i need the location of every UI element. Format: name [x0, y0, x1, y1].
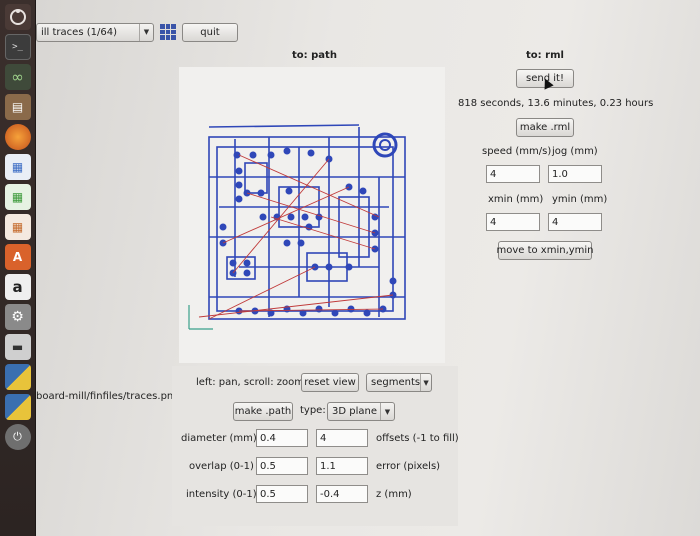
ubuntu-dash-icon[interactable] — [4, 4, 31, 30]
calc-icon[interactable]: ▦ — [4, 184, 31, 210]
writer-icon[interactable]: ▦ — [4, 154, 31, 180]
files-icon[interactable]: ▤ — [4, 94, 31, 120]
diameter-label: diameter (mm) — [181, 433, 257, 444]
intensity-input[interactable]: 0.5 — [256, 485, 308, 503]
offsets-input[interactable]: 4 — [316, 429, 368, 447]
view-hint: left: pan, scroll: zoom — [196, 377, 304, 388]
toolbar: ill traces (1/64) ▼ quit — [36, 20, 256, 44]
speed-input[interactable]: 4 — [486, 165, 540, 183]
updater-icon[interactable]: ⏻ — [4, 424, 31, 450]
drive-icon[interactable]: ▬ — [4, 334, 31, 360]
jog-label: jog (mm) — [552, 146, 598, 157]
make-path-button[interactable]: make .path — [233, 402, 293, 421]
move-to-origin-button[interactable]: move to xmin,ymin — [496, 241, 594, 260]
make-rml-button[interactable]: make .rml — [516, 118, 574, 137]
display-mode-select[interactable]: segments ▼ — [366, 373, 432, 392]
ymin-label: ymin (mm) — [552, 194, 608, 205]
toolpath-canvas[interactable] — [179, 67, 445, 363]
z-input[interactable]: -0.4 — [316, 485, 368, 503]
chevron-down-icon: ▼ — [420, 374, 431, 391]
settings-icon[interactable]: ⚙ — [4, 304, 31, 330]
type-label: type: — [300, 405, 326, 416]
firefox-icon[interactable] — [4, 124, 31, 150]
z-label: z (mm) — [376, 489, 412, 500]
speed-label: speed (mm/s) — [482, 146, 552, 157]
overlap-label: overlap (0-1) — [189, 461, 254, 472]
xmin-input[interactable]: 4 — [486, 213, 540, 231]
display-mode-value: segments — [371, 377, 421, 388]
infinity-icon[interactable]: ∞ — [4, 64, 31, 90]
overlap-input[interactable]: 0.5 — [256, 457, 308, 475]
amazon-icon[interactable]: a — [4, 274, 31, 300]
chevron-down-icon: ▼ — [139, 23, 153, 41]
time-estimate: 818 seconds, 13.6 minutes, 0.23 hours — [458, 98, 654, 109]
reset-view-button[interactable]: reset view — [301, 373, 359, 392]
chevron-down-icon: ▼ — [380, 403, 394, 420]
intensity-label: intensity (0-1) — [186, 489, 257, 500]
impress-icon[interactable]: ▦ — [4, 214, 31, 240]
error-input[interactable]: 1.1 — [316, 457, 368, 475]
rml-header: to: rml — [526, 50, 564, 61]
path-header: to: path — [292, 50, 337, 61]
error-label: error (pixels) — [376, 461, 441, 472]
file-select[interactable]: ill traces (1/64) ▼ — [36, 22, 154, 42]
toolpath-preview — [188, 124, 406, 330]
launcher: >_ ∞ ▤ ▦ ▦ ▦ A a ⚙ ▬ ⏻ — [0, 0, 36, 536]
ymin-input[interactable]: 4 — [548, 213, 602, 231]
type-select-value: 3D plane — [332, 406, 377, 417]
jog-input[interactable]: 1.0 — [548, 165, 602, 183]
python-icon[interactable] — [4, 394, 31, 420]
grid-icon[interactable] — [160, 24, 176, 40]
diameter-input[interactable]: 0.4 — [256, 429, 308, 447]
terminal-icon[interactable]: >_ — [4, 34, 31, 60]
quit-button[interactable]: quit — [182, 22, 238, 42]
type-select[interactable]: 3D plane ▼ — [327, 402, 395, 421]
software-center-icon[interactable]: A — [4, 244, 31, 270]
file-select-value: ill traces (1/64) — [41, 26, 117, 38]
xmin-label: xmin (mm) — [488, 194, 544, 205]
python-icon[interactable] — [4, 364, 31, 390]
file-path: board-mill/finfiles/traces.png — [36, 391, 180, 402]
offsets-label: offsets (-1 to fill) — [376, 433, 459, 444]
application-window: ill traces (1/64) ▼ quit to: path to: rm… — [36, 0, 700, 536]
